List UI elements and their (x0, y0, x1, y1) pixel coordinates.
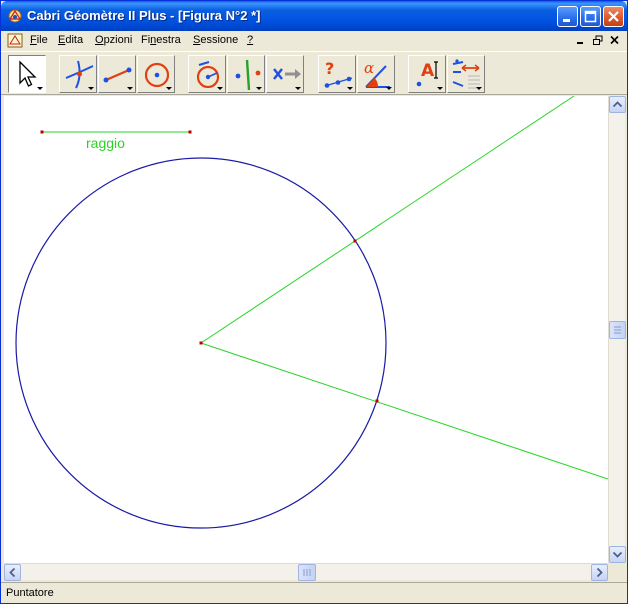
menu-sessione[interactable]: Sessione (193, 34, 238, 46)
menu-finestra[interactable]: Finestra (141, 34, 181, 46)
grip-icon (614, 326, 621, 334)
mdi-minimize-button[interactable] (574, 34, 588, 47)
geometry-figure[interactable] (4, 96, 608, 563)
scroll-left-button[interactable] (4, 564, 21, 581)
horizontal-scrollbar[interactable] (4, 563, 608, 581)
mdi-restore-button[interactable] (591, 34, 605, 47)
chevron-up-icon (612, 101, 623, 108)
chevron-right-icon (596, 567, 603, 578)
menu-file[interactable]: File (30, 34, 48, 46)
circle-center-point[interactable] (199, 341, 203, 345)
minimize-button[interactable] (557, 6, 578, 27)
window-title: Cabri Géomètre II Plus - [Figura N°2 *] (27, 8, 261, 23)
close-button[interactable] (603, 6, 624, 27)
document-icon[interactable] (7, 33, 23, 48)
radius-label[interactable]: raggio (86, 135, 125, 151)
minimize-icon (563, 19, 570, 22)
scroll-up-button[interactable] (609, 96, 626, 113)
constructions-tool[interactable] (188, 55, 226, 93)
maximize-icon (584, 10, 597, 23)
scrollbar-corner (608, 563, 625, 580)
pointer-tool[interactable] (8, 55, 46, 93)
transformations-tool[interactable] (227, 55, 265, 93)
intersection-point-lower[interactable] (375, 399, 379, 403)
scroll-down-button[interactable] (609, 546, 626, 563)
macro-tool[interactable] (266, 55, 304, 93)
check-property-tool[interactable]: ? (318, 55, 356, 93)
chevron-down-icon (612, 551, 623, 558)
radius-endpoint-right[interactable] (188, 130, 192, 134)
chevron-left-icon (9, 567, 16, 578)
close-icon (610, 35, 619, 45)
ray-lower[interactable] (200, 342, 608, 480)
measure-tool[interactable]: α (357, 55, 395, 93)
mdi-close-button[interactable] (608, 34, 622, 47)
menu-bar: File Edita Opzioni Finestra Sessione ? (1, 31, 627, 50)
minimize-icon (577, 42, 583, 44)
drawing-tool[interactable] (447, 55, 485, 93)
ray-upper[interactable] (200, 96, 575, 344)
status-bar: Puntatore (1, 582, 627, 603)
menu-opzioni[interactable]: Opzioni (95, 34, 132, 46)
restore-icon (593, 35, 603, 45)
drawing-canvas[interactable]: raggio (4, 96, 608, 563)
intersection-point-upper[interactable] (353, 239, 357, 243)
svg-text:A: A (421, 61, 435, 81)
close-icon (608, 11, 619, 22)
status-text: Puntatore (6, 587, 54, 599)
vertical-scrollbar[interactable] (608, 96, 626, 563)
radius-endpoint-left[interactable] (40, 130, 44, 134)
curves-tool[interactable] (137, 55, 175, 93)
title-bar[interactable]: Cabri Géomètre II Plus - [Figura N°2 *] (1, 1, 627, 31)
display-tool[interactable]: A (408, 55, 446, 93)
cabri-app-icon (8, 9, 22, 23)
vertical-scroll-thumb[interactable] (609, 321, 626, 339)
horizontal-scroll-thumb[interactable] (298, 564, 316, 581)
points-tool[interactable] (59, 55, 97, 93)
menu-help[interactable]: ? (247, 34, 253, 46)
menu-edita[interactable]: Edita (58, 34, 83, 46)
lines-tool[interactable] (98, 55, 136, 93)
app-window: Cabri Géomètre II Plus - [Figura N°2 *] … (0, 0, 628, 604)
scroll-right-button[interactable] (591, 564, 608, 581)
svg-text:α: α (364, 59, 374, 77)
maximize-button[interactable] (580, 6, 601, 27)
svg-text:?: ? (325, 59, 334, 78)
toolbar: ? α A (1, 51, 627, 95)
grip-icon (303, 569, 311, 576)
